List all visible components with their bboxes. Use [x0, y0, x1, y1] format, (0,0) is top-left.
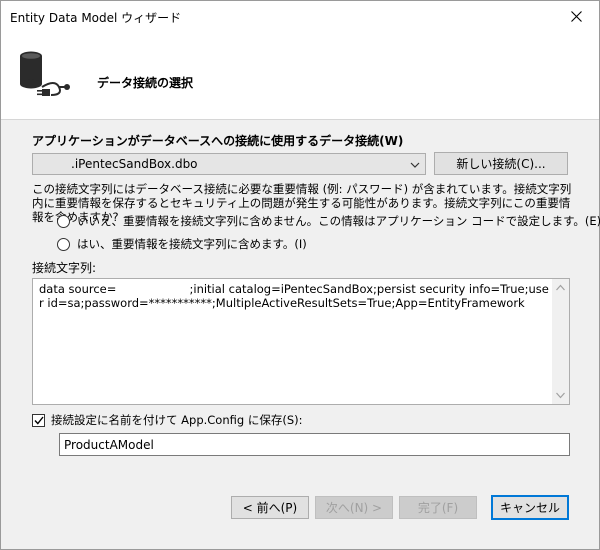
connection-label: アプリケーションがデータベースへの接続に使用するデータ接続(W) — [32, 134, 404, 148]
connection-selected-value: .iPentecSandBox.dbo — [71, 157, 198, 171]
finish-button[interactable]: 完了(F) — [399, 496, 477, 519]
radio-exclude-sensitive[interactable]: いいえ、重要情報を接続文字列に含めません。この情報はアプリケーション コードで設… — [57, 213, 600, 229]
close-icon — [570, 10, 582, 22]
connection-dropdown[interactable]: .iPentecSandBox.dbo — [32, 153, 426, 175]
database-plug-icon — [20, 51, 70, 96]
connection-string-value: data source= ;initial catalog=iPentecSan… — [39, 282, 549, 310]
connection-string-textarea[interactable]: data source= ;initial catalog=iPentecSan… — [32, 278, 570, 405]
save-config-checkbox-row[interactable]: 接続設定に名前を付けて App.Config に保存(S): — [32, 412, 302, 428]
connection-name-input[interactable]: ProductAModel — [59, 433, 570, 456]
close-button[interactable] — [553, 1, 599, 31]
save-config-label: 接続設定に名前を付けて App.Config に保存(S): — [51, 413, 303, 427]
window-title: Entity Data Model ウィザード — [10, 11, 182, 25]
new-connection-button[interactable]: 新しい接続(C)... — [434, 152, 568, 175]
connection-string-label: 接続文字列: — [32, 261, 97, 275]
title-bar: Entity Data Model ウィザード — [1, 1, 599, 31]
wizard-window: Entity Data Model ウィザード データ接続の選択 アプリケーショ… — [0, 0, 600, 550]
radio-include-sensitive[interactable]: はい、重要情報を接続文字列に含めます。(I) — [57, 236, 307, 252]
radio-include-label: はい、重要情報を接続文字列に含めます。(I) — [77, 237, 307, 251]
checkmark-icon — [33, 416, 44, 425]
connection-name-value: ProductAModel — [64, 438, 154, 452]
cancel-button[interactable]: キャンセル — [491, 495, 569, 520]
back-button[interactable]: < 前へ(P) — [231, 496, 309, 519]
save-config-checkbox[interactable] — [32, 413, 45, 427]
radio-button[interactable] — [57, 214, 70, 228]
wizard-header: データ接続の選択 — [1, 31, 599, 120]
page-title: データ接続の選択 — [97, 76, 194, 90]
radio-button[interactable] — [57, 237, 70, 251]
scroll-up-icon[interactable] — [556, 284, 565, 291]
chevron-down-icon — [410, 162, 420, 168]
radio-exclude-label: いいえ、重要情報を接続文字列に含めません。この情報はアプリケーション コードで設… — [77, 214, 600, 228]
next-button[interactable]: 次へ(N) > — [315, 496, 393, 519]
vertical-scrollbar[interactable] — [552, 279, 569, 404]
scroll-down-icon[interactable] — [556, 392, 565, 399]
